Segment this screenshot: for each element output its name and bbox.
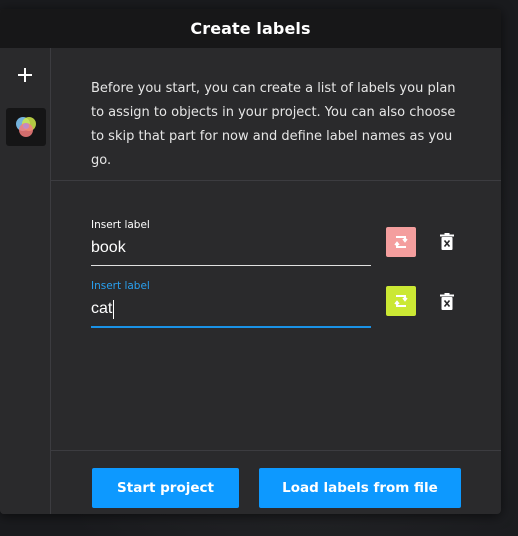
plus-icon: [18, 68, 32, 82]
change-color-button-1[interactable]: [386, 227, 416, 257]
section-divider: [51, 180, 501, 181]
trash-icon: [440, 232, 454, 250]
popup-title: Create labels: [190, 19, 311, 38]
field-underline: [91, 326, 371, 328]
label-input-2[interactable]: [91, 295, 371, 323]
create-labels-popup: Create labels Before you start, you can …: [0, 9, 501, 514]
start-project-button[interactable]: Start project: [92, 468, 239, 508]
popup-sidebar: [0, 48, 51, 514]
delete-label-button-1[interactable]: [437, 230, 457, 252]
popup-content: Before you start, you can create a list …: [51, 48, 501, 450]
delete-label-button-2[interactable]: [437, 290, 457, 312]
load-labels-from-file-button[interactable]: Load labels from file: [259, 468, 461, 508]
change-color-button-2[interactable]: [386, 286, 416, 316]
footer-divider: [51, 450, 501, 451]
labels-venn-icon: [16, 117, 36, 137]
label-field-2: Insert label: [91, 280, 371, 328]
field-underline: [91, 265, 371, 266]
intro-description: Before you start, you can create a list …: [91, 81, 456, 168]
text-caret: [113, 300, 114, 319]
cycle-color-icon: [394, 236, 408, 248]
cycle-color-icon: [394, 295, 408, 307]
add-label-button[interactable]: [13, 63, 37, 87]
label-field-1: Insert label: [91, 219, 371, 267]
trash-icon: [440, 292, 454, 310]
popup-header: Create labels: [0, 9, 501, 48]
field-label: Insert label: [91, 280, 150, 292]
field-label: Insert label: [91, 219, 150, 231]
label-input-1[interactable]: [91, 234, 371, 262]
labels-tab-button[interactable]: [6, 108, 46, 146]
